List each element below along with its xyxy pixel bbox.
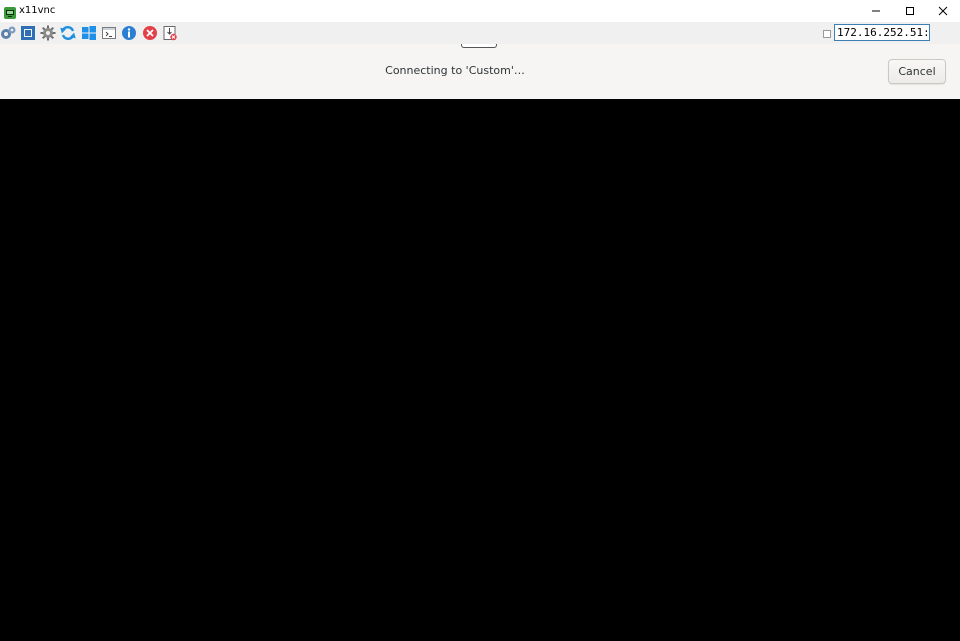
maximize-button[interactable] (893, 0, 927, 22)
send-file-icon[interactable] (162, 25, 178, 41)
window-title: x11vnc (19, 5, 56, 16)
disconnect-icon[interactable] (142, 25, 158, 41)
close-button[interactable] (926, 0, 960, 22)
host-address-input[interactable] (834, 24, 930, 41)
fullscreen-icon[interactable] (20, 25, 36, 41)
connecting-message: Connecting to 'Custom'… (385, 64, 525, 77)
remote-display-area[interactable] (0, 99, 960, 641)
cancel-button[interactable]: Cancel (888, 59, 946, 84)
close-icon (938, 6, 948, 16)
options-gears-icon[interactable] (0, 25, 16, 41)
toolbar (0, 22, 960, 44)
settings-gear-icon[interactable] (40, 25, 56, 41)
info-icon[interactable] (121, 25, 137, 41)
x11vnc-app-icon (4, 4, 16, 19)
refresh-icon[interactable] (60, 25, 76, 41)
banner-handle[interactable] (461, 44, 497, 48)
host-history-marker (823, 30, 831, 38)
connecting-banner: Connecting to 'Custom'… Cancel (0, 44, 960, 99)
maximize-icon (906, 7, 914, 15)
windows-key-icon[interactable] (81, 25, 97, 41)
vnc-viewer-window: x11vnc 172.16.252.51:5920 Connecting to … (0, 0, 960, 641)
minimize-button[interactable] (859, 0, 893, 22)
title-bar[interactable]: x11vnc (0, 0, 960, 22)
terminal-icon[interactable] (101, 25, 117, 41)
minimize-icon (872, 10, 880, 12)
